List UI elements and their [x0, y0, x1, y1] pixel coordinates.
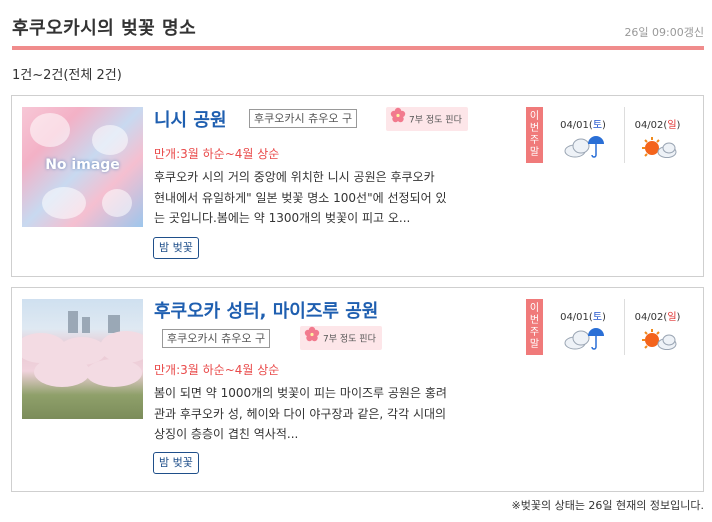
- page-header: 후쿠오카시의 벚꽃 명소 26일 09:00갱신: [12, 12, 704, 50]
- forecast-date: 04/01: [560, 120, 589, 131]
- forecast-dow: 일: [667, 120, 677, 131]
- cloud-rain-icon: [564, 328, 604, 350]
- night-sakura-tag[interactable]: 밤 벚꽃: [153, 237, 199, 259]
- page-title: 후쿠오카시의 벚꽃 명소: [12, 18, 197, 39]
- spot-description: 후쿠오카 시의 거의 중앙에 위치한 니시 공원은 후쿠오카 현내에서 유일하게…: [154, 167, 514, 229]
- forecast-date: 04/01: [560, 312, 589, 323]
- night-sakura-tag[interactable]: 밤 벚꽃: [153, 452, 199, 474]
- cloud-rain-icon: [564, 136, 604, 158]
- bloom-status-text: 7부 정도 핀다: [323, 334, 376, 345]
- no-image-label: No image: [45, 157, 120, 173]
- forecast-day: 04/01(토): [550, 299, 616, 355]
- description-line: 는 곳입니다.봄에는 약 1300개의 벚꽃이 피고 오...: [154, 211, 411, 225]
- forecast-day: 04/02(일): [624, 299, 690, 355]
- spot-thumbnail[interactable]: [22, 299, 143, 419]
- forecast-dow: 일: [667, 312, 677, 323]
- spot-thumbnail[interactable]: No image: [22, 107, 143, 227]
- region-label: 후쿠오카시 츄우오 구: [162, 329, 271, 348]
- this-weekend-label: 이번주말: [526, 299, 543, 355]
- this-weekend-label: 이번주말: [526, 107, 543, 163]
- bloom-status-badge: 7부 정도 핀다: [386, 107, 468, 131]
- forecast-day: 04/02(일): [624, 107, 690, 163]
- spot-description: 봄이 되면 약 1000개의 벚꽃이 피는 마이즈루 공원은 홍려 관과 후쿠오…: [154, 383, 514, 445]
- forecast-day: 04/01(토): [550, 107, 616, 163]
- spot-name-link[interactable]: 후쿠오카 성터, 마이즈루 공원: [154, 297, 378, 323]
- spot-card: 후쿠오카 성터, 마이즈루 공원 후쿠오카시 츄우오 구 7부 정도 핀다 만개…: [11, 287, 704, 492]
- description-line: 현내에서 유일하게" 일본 벚꽃 명소 100선"에 선정되어 있: [154, 190, 447, 205]
- updated-time: 26일 09:00갱신: [624, 26, 704, 39]
- spot-card: No image 니시 공원 후쿠오카시 츄우오 구 7부 정도 핀다 만개:3…: [11, 95, 704, 277]
- description-line: 관과 후쿠오카 성, 헤이와 다이 야구장과 같은, 각각 시대의: [154, 406, 447, 421]
- forecast-dow: 토: [592, 120, 603, 131]
- forecast-date: 04/02: [634, 120, 664, 131]
- peak-period: 만개:3월 하순~4월 상순: [154, 147, 280, 161]
- region-label: 후쿠오카시 츄우오 구: [249, 109, 358, 128]
- result-count: 1건~2건(전체 2건): [12, 68, 122, 83]
- description-line: 후쿠오카 시의 거의 중앙에 위치한 니시 공원은 후쿠오카: [154, 170, 435, 184]
- sakura-flower-icon: [390, 107, 406, 133]
- status-footnote: ※벚꽃의 상태는 26일 현재의 정보입니다.: [511, 499, 705, 512]
- sun-cloud-icon: [641, 137, 676, 158]
- description-line: 봄이 되면 약 1000개의 벚꽃이 피는 마이즈루 공원은 홍려: [154, 386, 447, 400]
- sun-cloud-icon: [641, 329, 676, 350]
- description-line: 상징이 층층이 겹친 역사적...: [154, 427, 299, 441]
- spot-name-link[interactable]: 니시 공원: [154, 106, 227, 132]
- bloom-status-text: 7부 정도 핀다: [409, 115, 462, 126]
- forecast-dow: 토: [592, 312, 603, 323]
- bloom-status-badge: 7부 정도 핀다: [300, 326, 382, 350]
- sakura-flower-icon: [304, 326, 320, 352]
- peak-period: 만개:3월 하순~4월 상순: [154, 363, 280, 377]
- forecast-date: 04/02: [634, 312, 664, 323]
